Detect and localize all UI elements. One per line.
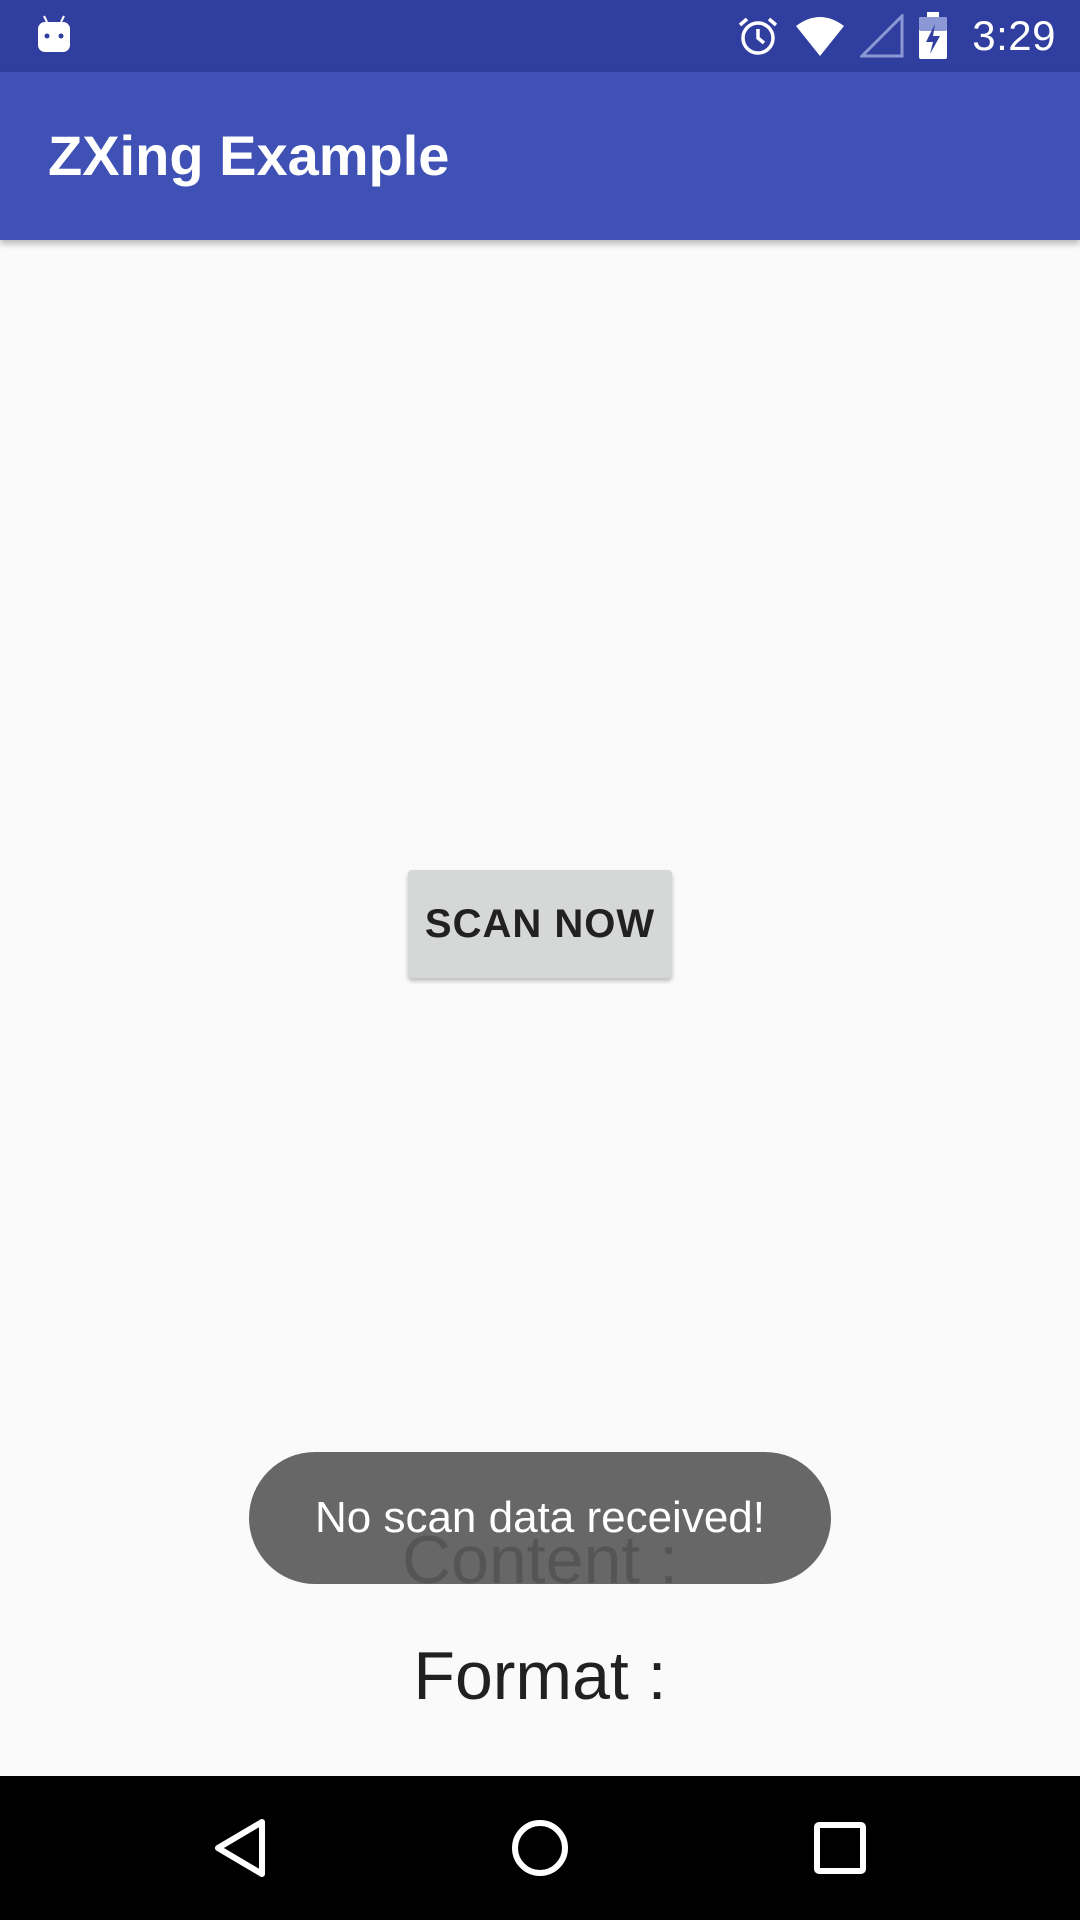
cell-signal-icon xyxy=(860,14,904,58)
wifi-icon xyxy=(796,17,845,56)
app-bar: ZXing Example xyxy=(0,72,1080,240)
format-label: Format : xyxy=(413,1638,667,1714)
screen: 3:29 ZXing Example SCAN NOW Content : Fo… xyxy=(0,0,1080,1920)
status-bar: 3:29 xyxy=(0,0,1080,72)
recents-icon[interactable] xyxy=(792,1800,888,1896)
status-time: 3:29 xyxy=(972,12,1056,59)
scan-now-button[interactable]: SCAN NOW xyxy=(408,870,672,978)
navigation-bar xyxy=(0,1776,1080,1920)
status-icons: 3:29 xyxy=(736,0,1056,72)
home-icon[interactable] xyxy=(492,1800,588,1896)
android-debug-icon xyxy=(38,15,70,52)
toast-message: No scan data received! xyxy=(249,1452,831,1584)
back-icon[interactable] xyxy=(192,1800,288,1896)
alarm-icon xyxy=(739,17,778,55)
battery-charging-icon xyxy=(919,12,948,59)
app-title: ZXing Example xyxy=(48,124,450,187)
